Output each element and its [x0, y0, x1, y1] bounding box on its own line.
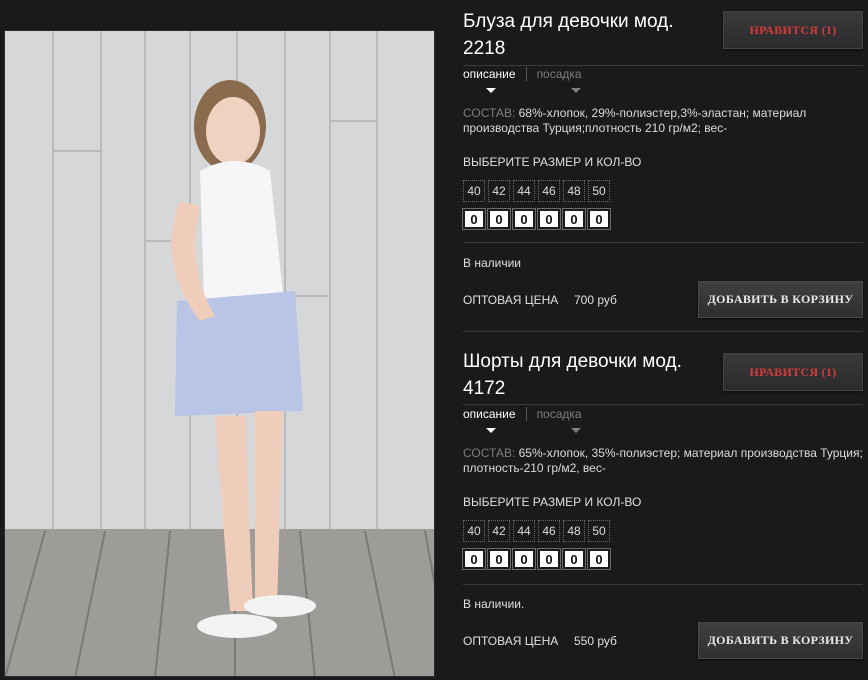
- stock-status: В наличии.: [463, 597, 525, 611]
- composition-value: 65%-хлопок, 35%-полиэстер; материал прои…: [463, 446, 863, 475]
- quantity-list: 0 0 0 0 0 0: [462, 208, 613, 230]
- product-tabs: описание посадка: [463, 407, 592, 433]
- product-title: Шорты для девочки мод. 4172: [463, 351, 682, 399]
- price-value: 550 руб: [574, 634, 617, 648]
- product-photo: [4, 30, 435, 677]
- size-option: 50: [588, 180, 610, 202]
- size-option: 42: [488, 520, 510, 542]
- quantity-input[interactable]: 0: [587, 548, 611, 570]
- divider: [463, 331, 863, 332]
- quantity-input[interactable]: 0: [537, 548, 561, 570]
- product-title: Блуза для девочки мод. 2218: [463, 11, 674, 59]
- caret-down-icon: [570, 88, 581, 93]
- divider: [463, 584, 863, 585]
- tab-description[interactable]: описание: [463, 67, 526, 93]
- size-option: 46: [538, 520, 560, 542]
- tab-fit[interactable]: посадка: [525, 67, 592, 93]
- quantity-input[interactable]: 0: [512, 208, 536, 230]
- add-to-cart-button[interactable]: ДОБАВИТЬ В КОРЗИНУ: [698, 281, 863, 318]
- divider: [463, 65, 863, 66]
- composition-value: 68%-хлопок, 29%-полиэстер,3%-эластан; ма…: [463, 106, 807, 135]
- tab-label: посадка: [536, 67, 582, 81]
- add-to-cart-button[interactable]: ДОБАВИТЬ В КОРЗИНУ: [698, 622, 863, 659]
- composition-text: СОСТАВ: 65%-хлопок, 35%-полиэстер; матер…: [463, 446, 863, 476]
- quantity-input[interactable]: 0: [562, 208, 586, 230]
- composition-label: СОСТАВ:: [463, 106, 516, 120]
- quantity-input[interactable]: 0: [562, 548, 586, 570]
- size-list: 40 42 44 46 48 50: [463, 520, 613, 542]
- divider: [463, 242, 863, 243]
- size-header: ВЫБЕРИТЕ РАЗМЕР И КОЛ-ВО: [463, 495, 642, 509]
- size-option: 46: [538, 180, 560, 202]
- price-label: ОПТОВАЯ ЦЕНА: [463, 634, 559, 648]
- divider: [463, 404, 863, 405]
- like-button[interactable]: НРАВИТСЯ (1): [723, 353, 863, 391]
- size-option: 48: [563, 520, 585, 542]
- quantity-input[interactable]: 0: [462, 208, 486, 230]
- product-tabs: описание посадка: [463, 67, 592, 93]
- tab-label: посадка: [536, 407, 582, 421]
- tab-label: описание: [463, 67, 516, 81]
- caret-down-icon: [570, 428, 581, 433]
- size-option: 44: [513, 520, 535, 542]
- tab-description[interactable]: описание: [463, 407, 526, 433]
- price-value: 700 руб: [574, 293, 617, 307]
- caret-down-icon: [486, 428, 496, 433]
- tab-label: описание: [463, 407, 516, 421]
- caret-down-icon: [486, 88, 496, 93]
- stock-status: В наличии: [463, 256, 522, 270]
- size-header: ВЫБЕРИТЕ РАЗМЕР И КОЛ-ВО: [463, 155, 642, 169]
- size-option: 44: [513, 180, 535, 202]
- size-list: 40 42 44 46 48 50: [463, 180, 613, 202]
- quantity-input[interactable]: 0: [487, 208, 511, 230]
- quantity-input[interactable]: 0: [512, 548, 536, 570]
- tab-fit[interactable]: посадка: [525, 407, 592, 433]
- size-option: 48: [563, 180, 585, 202]
- quantity-input[interactable]: 0: [462, 548, 486, 570]
- quantity-input[interactable]: 0: [487, 548, 511, 570]
- composition-text: СОСТАВ: 68%-хлопок, 29%-полиэстер,3%-эла…: [463, 106, 863, 136]
- quantity-input[interactable]: 0: [537, 208, 561, 230]
- size-option: 42: [488, 180, 510, 202]
- quantity-list: 0 0 0 0 0 0: [462, 548, 613, 570]
- size-option: 40: [463, 180, 485, 202]
- price-label: ОПТОВАЯ ЦЕНА: [463, 293, 559, 307]
- like-button[interactable]: НРАВИТСЯ (1): [723, 11, 863, 49]
- size-option: 40: [463, 520, 485, 542]
- composition-label: СОСТАВ:: [463, 446, 516, 460]
- quantity-input[interactable]: 0: [587, 208, 611, 230]
- size-option: 50: [588, 520, 610, 542]
